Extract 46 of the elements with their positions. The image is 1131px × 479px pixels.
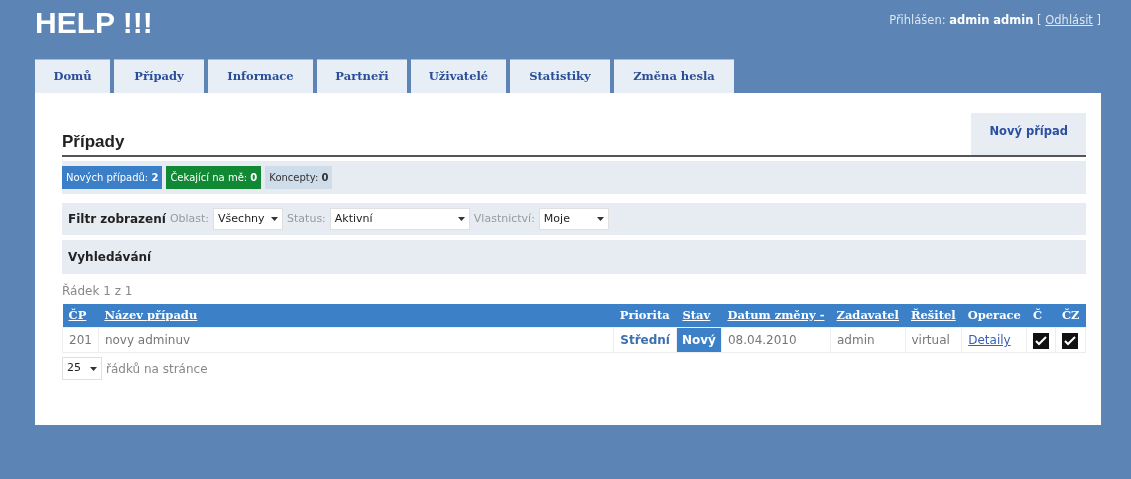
caret-icon xyxy=(457,216,465,221)
field-label: Oblast: xyxy=(169,210,210,227)
bracket: ] xyxy=(1096,13,1101,27)
user-name: admin admin xyxy=(949,13,1034,27)
column-header: Priorita xyxy=(619,308,670,322)
section-title: Vyhledávání xyxy=(62,240,1086,274)
bracket: [ xyxy=(1037,13,1042,27)
caret-icon xyxy=(90,366,97,371)
nav-tab[interactable]: Statistiky xyxy=(510,59,610,94)
nav-tab[interactable]: Změna hesla xyxy=(614,59,734,94)
priority-label: Střední xyxy=(620,333,670,348)
counter-badge[interactable]: Čekající na mě: 0 xyxy=(166,165,262,189)
nav-tab[interactable]: Partneři xyxy=(317,59,407,94)
page-size-select[interactable]: 25 xyxy=(62,357,102,380)
filter-label: Filtr zobrazení xyxy=(68,210,166,228)
caret-icon xyxy=(271,216,279,221)
table-cell: virtual xyxy=(911,333,950,348)
table-cell: 08.04.2010 xyxy=(727,333,797,348)
nav-tab[interactable]: Případy xyxy=(114,59,204,94)
caret-icon xyxy=(596,216,604,221)
page-title: Případy xyxy=(62,131,125,153)
select-field[interactable]: Všechny xyxy=(213,207,284,230)
page-size-label: řádků na stránce xyxy=(106,360,208,378)
app-title: HELP !!! xyxy=(35,8,153,38)
status-cell: Nový xyxy=(676,327,722,353)
new-case-button[interactable]: Nový případ xyxy=(971,113,1086,155)
checkbox[interactable] xyxy=(1033,332,1050,349)
column-header: Operace xyxy=(967,308,1021,322)
nav-tab[interactable]: Domů xyxy=(35,59,110,94)
column-header: Č xyxy=(1032,308,1043,322)
select-field[interactable]: Aktivní xyxy=(329,207,470,230)
column-sort-link[interactable]: Název případu xyxy=(104,308,198,322)
select-field[interactable]: Moje xyxy=(538,207,609,230)
nav-tab[interactable]: Informace xyxy=(208,59,313,94)
row-count: Řádek 1 z 1 xyxy=(62,282,134,300)
login-label: Přihlášen: xyxy=(889,13,946,27)
table-cell: 201 xyxy=(69,333,92,348)
field-label: Vlastnictví: xyxy=(473,210,535,227)
checkbox[interactable] xyxy=(1062,332,1079,349)
field-label: Status: xyxy=(287,210,326,227)
counter-badge[interactable]: Nových případů: 2 xyxy=(62,165,163,189)
counter-badge[interactable]: Koncepty: 0 xyxy=(265,165,333,189)
column-header: ČZ xyxy=(1061,308,1080,322)
table-cell: novy adminuv xyxy=(104,333,191,348)
table-cell: admin xyxy=(837,333,875,348)
nav-tab[interactable]: Uživatelé xyxy=(411,59,506,94)
